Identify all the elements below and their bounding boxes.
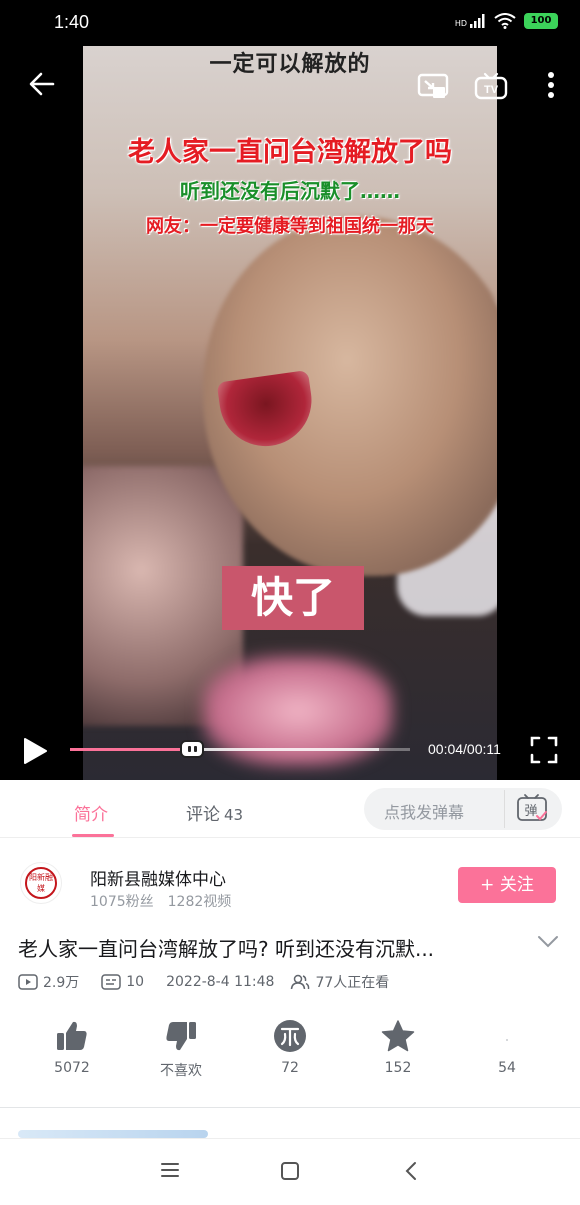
- system-back-icon[interactable]: [402, 1161, 420, 1181]
- publish-date: 2022-8-4 11:48: [166, 974, 275, 990]
- watching-now-value: 77人正在看: [315, 975, 390, 991]
- danmaku-settings-button[interactable]: 弹: [504, 790, 558, 828]
- section-divider: [0, 1107, 580, 1108]
- danmaku-count-icon: [101, 974, 122, 990]
- played-bar: [70, 748, 193, 751]
- coin-count: 72: [281, 1060, 299, 1076]
- wifi-icon: [494, 13, 516, 29]
- danmaku-button-label: 弹: [524, 804, 537, 819]
- share-icon: [506, 1039, 508, 1041]
- people-icon: [291, 974, 310, 990]
- hd-signal-icon: HD: [455, 14, 486, 28]
- fullscreen-icon[interactable]: [530, 736, 558, 764]
- video-caption: 快了: [222, 566, 364, 630]
- coin-button[interactable]: 72: [245, 1016, 335, 1076]
- progress-handle[interactable]: [180, 740, 205, 758]
- avatar[interactable]: 阳新融媒: [20, 862, 62, 904]
- thumbs-up-icon: [57, 1021, 87, 1050]
- like-button[interactable]: 5072: [27, 1016, 117, 1076]
- progress-bar[interactable]: [70, 748, 410, 751]
- status-time: 1:40: [54, 12, 90, 32]
- active-tab-indicator: [72, 834, 114, 837]
- back-arrow-icon[interactable]: [28, 70, 56, 98]
- watching-now: 77人正在看: [290, 972, 389, 992]
- more-options-icon[interactable]: [546, 70, 556, 100]
- danmaku-count-value: 10: [126, 974, 145, 990]
- danmaku-count: 10: [101, 974, 144, 990]
- uploader-stats: 1075粉丝 1282视频: [90, 891, 231, 911]
- svg-text:TV: TV: [484, 84, 499, 96]
- chevron-down-icon[interactable]: [537, 935, 559, 949]
- video-headline-1: 老人家一直问台湾解放了吗: [128, 137, 452, 168]
- thumbs-down-icon: [166, 1022, 196, 1051]
- dislike-button[interactable]: 不喜欢: [136, 1016, 226, 1080]
- tab-comments-label: 评论: [186, 805, 220, 825]
- danmaku-icon: 弹: [517, 794, 547, 821]
- video-headline-2: 听到还没有后沉默了……: [180, 179, 400, 203]
- video-player[interactable]: 一定可以解放的 老人家一直问台湾解放了吗 听到还没有后沉默了…… 网友：一定要健…: [0, 0, 580, 780]
- content-tabs: 简介 评论 43 点我发弹幕 弹: [0, 780, 580, 838]
- dislike-label: 不喜欢: [160, 1063, 202, 1079]
- uploader-name[interactable]: 阳新县融媒体中心: [90, 865, 226, 890]
- playback-controls: 00:04/00:11: [0, 730, 580, 770]
- status-icons: HD 100: [455, 13, 558, 29]
- avatar-seal: 阳新融媒: [25, 867, 57, 899]
- avatar-text: 阳新融媒: [29, 873, 53, 893]
- video-headline-3: 网友：一定要健康等到祖国统一那天: [146, 216, 434, 237]
- star-icon: [381, 1020, 415, 1052]
- home-icon[interactable]: [280, 1161, 300, 1181]
- tab-intro[interactable]: 简介: [74, 800, 108, 825]
- like-count: 5072: [54, 1060, 90, 1076]
- share-button[interactable]: 54: [462, 1016, 552, 1076]
- tv-icon[interactable]: TV: [474, 72, 508, 102]
- favorite-count: 152: [384, 1060, 412, 1076]
- favorite-button[interactable]: 152: [353, 1016, 443, 1076]
- uploader-videos: 1282视频: [167, 894, 232, 910]
- danmaku-placeholder: 点我发弹幕: [384, 803, 465, 822]
- status-bar: 1:40 HD 100: [0, 0, 580, 46]
- tab-comments[interactable]: 评论 43: [186, 800, 243, 825]
- share-count: 54: [498, 1060, 516, 1076]
- uploader-row: 阳新融媒 阳新县融媒体中心 1075粉丝 1282视频 + 关注: [0, 838, 580, 918]
- recent-apps-icon[interactable]: [160, 1161, 180, 1179]
- system-nav-bar: [0, 1138, 580, 1205]
- comments-count: 43: [224, 806, 244, 824]
- video-meta: 2.9万 10 2022-8-4 11:48 77人正在看: [18, 972, 411, 992]
- recommendation-peek: [18, 1130, 208, 1138]
- uploader-fans: 1075粉丝: [90, 894, 154, 910]
- play-icon[interactable]: [22, 737, 48, 765]
- video-title[interactable]: 老人家一直问台湾解放了吗? 听到还没有沉默...: [18, 933, 518, 962]
- hd-label: HD: [454, 19, 467, 28]
- play-count-value: 2.9万: [43, 975, 80, 991]
- danmaku-input[interactable]: 点我发弹幕 弹: [364, 788, 562, 830]
- cast-screen-icon[interactable]: [417, 72, 449, 100]
- action-bar: 5072 不喜欢 72 152 54: [0, 1016, 580, 1086]
- coin-icon: [274, 1020, 306, 1052]
- follow-button[interactable]: + 关注: [458, 867, 556, 903]
- battery-icon: 100: [524, 13, 558, 29]
- time-display: 00:04/00:11: [428, 741, 501, 757]
- play-count: 2.9万: [18, 972, 79, 992]
- play-count-icon: [18, 974, 38, 990]
